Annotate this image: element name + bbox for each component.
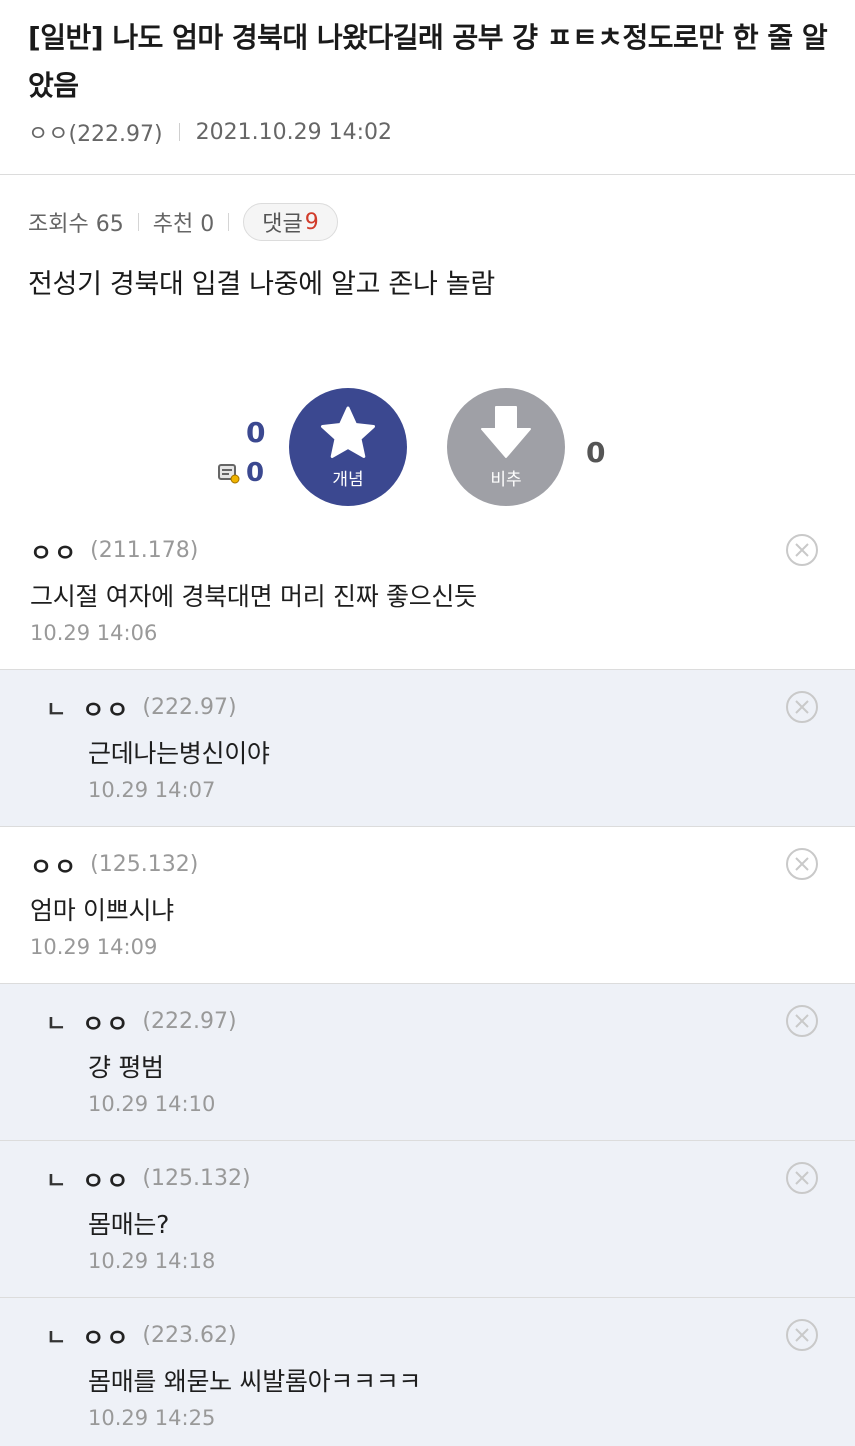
reply-item: ㄴ ㅇㅇ (223.62) 몸매를 왜묻노 씨발롬아ㅋㅋㅋㅋ 10.29 14:…	[0, 1298, 855, 1446]
comment-text: 근데나는병신이야	[88, 739, 270, 768]
downvote-count: 0	[586, 436, 606, 469]
comment-text: 엄마 이쁘시냐	[30, 896, 174, 925]
comment-label: 댓글	[262, 212, 303, 237]
post-title: [일반] 나도 엄마 경북대 나왔다길래 공부 걍 ㅍㅌㅊ정도로만 한 줄 알았…	[28, 21, 828, 102]
reply-item: ㄴ ㅇㅇ (222.97) 걍 평범 10.29 14:10	[0, 984, 855, 1141]
comment-date: 10.29 14:07	[88, 778, 216, 802]
comment-date: 10.29 14:25	[88, 1406, 216, 1430]
view-count: 조회수 65	[28, 212, 124, 237]
comment-header: ㄴ ㅇㅇ (223.62)	[46, 1318, 237, 1353]
reply-mark: ㄴ	[46, 1011, 67, 1037]
reply-item: ㄴ ㅇㅇ (125.132) 몸매는? 10.29 14:18	[0, 1141, 855, 1298]
reply-mark: ㄴ	[46, 697, 67, 723]
comment-header: ㄴ ㅇㅇ (222.97)	[46, 690, 237, 725]
comment-text: 그시절 여자에 경북대면 머리 진짜 좋으신듯	[30, 582, 477, 611]
post-body: 전성기 경북대 입결 나중에 알고 존나 놀람	[28, 269, 495, 300]
comment-header: ㄴ ㅇㅇ (222.97)	[46, 1004, 237, 1039]
delete-icon[interactable]	[785, 1161, 819, 1195]
arrow-down-icon	[481, 405, 531, 458]
upvote-button[interactable]: 개념	[289, 388, 407, 506]
comment-count-button[interactable]: 댓글 9	[243, 203, 338, 241]
comment-date: 10.29 14:06	[30, 621, 158, 645]
delete-icon[interactable]	[785, 690, 819, 724]
post-header: [일반] 나도 엄마 경북대 나왔다길래 공부 걍 ㅍㅌㅊ정도로만 한 줄 알았…	[0, 0, 855, 175]
comment-header: ㅇㅇ (211.178)	[30, 533, 198, 568]
star-icon	[321, 406, 375, 458]
comment-ip: (222.97)	[142, 695, 237, 720]
recommend-count: 추천 0	[152, 212, 215, 237]
comment-ip: (223.62)	[142, 1323, 237, 1348]
comment-date: 10.29 14:18	[88, 1249, 216, 1273]
comment-text: 몸매는?	[88, 1210, 170, 1239]
comment-count: 9	[304, 209, 319, 235]
comment-ip: (125.132)	[90, 852, 199, 877]
comment-nickname[interactable]: ㅇㅇ	[82, 1161, 130, 1196]
comment-nickname[interactable]: ㅇㅇ	[30, 847, 78, 882]
fixed-vote-icon	[218, 464, 240, 484]
upvote-label: 개념	[332, 469, 364, 490]
reply-mark: ㄴ	[46, 1325, 67, 1351]
comment-date: 10.29 14:09	[30, 935, 158, 959]
vote-area: 0 0 개념 비추 0	[0, 380, 855, 515]
comment-ip: (211.178)	[90, 538, 199, 563]
reply-mark: ㄴ	[46, 1168, 67, 1194]
fix-vote-row: 0	[218, 458, 264, 488]
fixed-vote-count: 0	[246, 458, 265, 488]
delete-icon[interactable]	[785, 533, 819, 567]
post-author[interactable]: ㅇㅇ(222.97)	[28, 116, 163, 148]
divider	[228, 213, 230, 231]
comment-ip: (125.132)	[142, 1166, 251, 1191]
divider	[137, 213, 139, 231]
post-meta: ㅇㅇ(222.97) 2021.10.29 14:02	[28, 116, 392, 148]
comment-header: ㄴ ㅇㅇ (125.132)	[46, 1161, 251, 1196]
comment-nickname[interactable]: ㅇㅇ	[82, 1004, 130, 1039]
comment-item: ㅇㅇ (211.178) 그시절 여자에 경북대면 머리 진짜 좋으신듯 10.…	[0, 513, 855, 670]
comment-nickname[interactable]: ㅇㅇ	[82, 1318, 130, 1353]
comment-text: 걍 평범	[88, 1053, 164, 1082]
upvote-count: 0	[246, 416, 266, 449]
comment-item: ㅇㅇ (125.132) 엄마 이쁘시냐 10.29 14:09	[0, 827, 855, 984]
downvote-button[interactable]: 비추	[447, 388, 565, 506]
delete-icon[interactable]	[785, 847, 819, 881]
delete-icon[interactable]	[785, 1318, 819, 1352]
reply-item: ㄴ ㅇㅇ (222.97) 근데나는병신이야 10.29 14:07	[0, 670, 855, 827]
divider	[178, 123, 180, 141]
comment-nickname[interactable]: ㅇㅇ	[82, 690, 130, 725]
downvote-label: 비추	[490, 469, 522, 490]
comment-header: ㅇㅇ (125.132)	[30, 847, 198, 882]
comment-date: 10.29 14:10	[88, 1092, 216, 1116]
delete-icon[interactable]	[785, 1004, 819, 1038]
post-date: 2021.10.29 14:02	[195, 119, 392, 145]
comment-list: ㅇㅇ (211.178) 그시절 여자에 경북대면 머리 진짜 좋으신듯 10.…	[0, 513, 855, 1446]
comment-ip: (222.97)	[142, 1009, 237, 1034]
post-stats: 조회수 65 추천 0 댓글 9	[28, 203, 338, 241]
comment-text: 몸매를 왜묻노 씨발롬아ㅋㅋㅋㅋ	[88, 1367, 422, 1396]
comment-nickname[interactable]: ㅇㅇ	[30, 533, 78, 568]
